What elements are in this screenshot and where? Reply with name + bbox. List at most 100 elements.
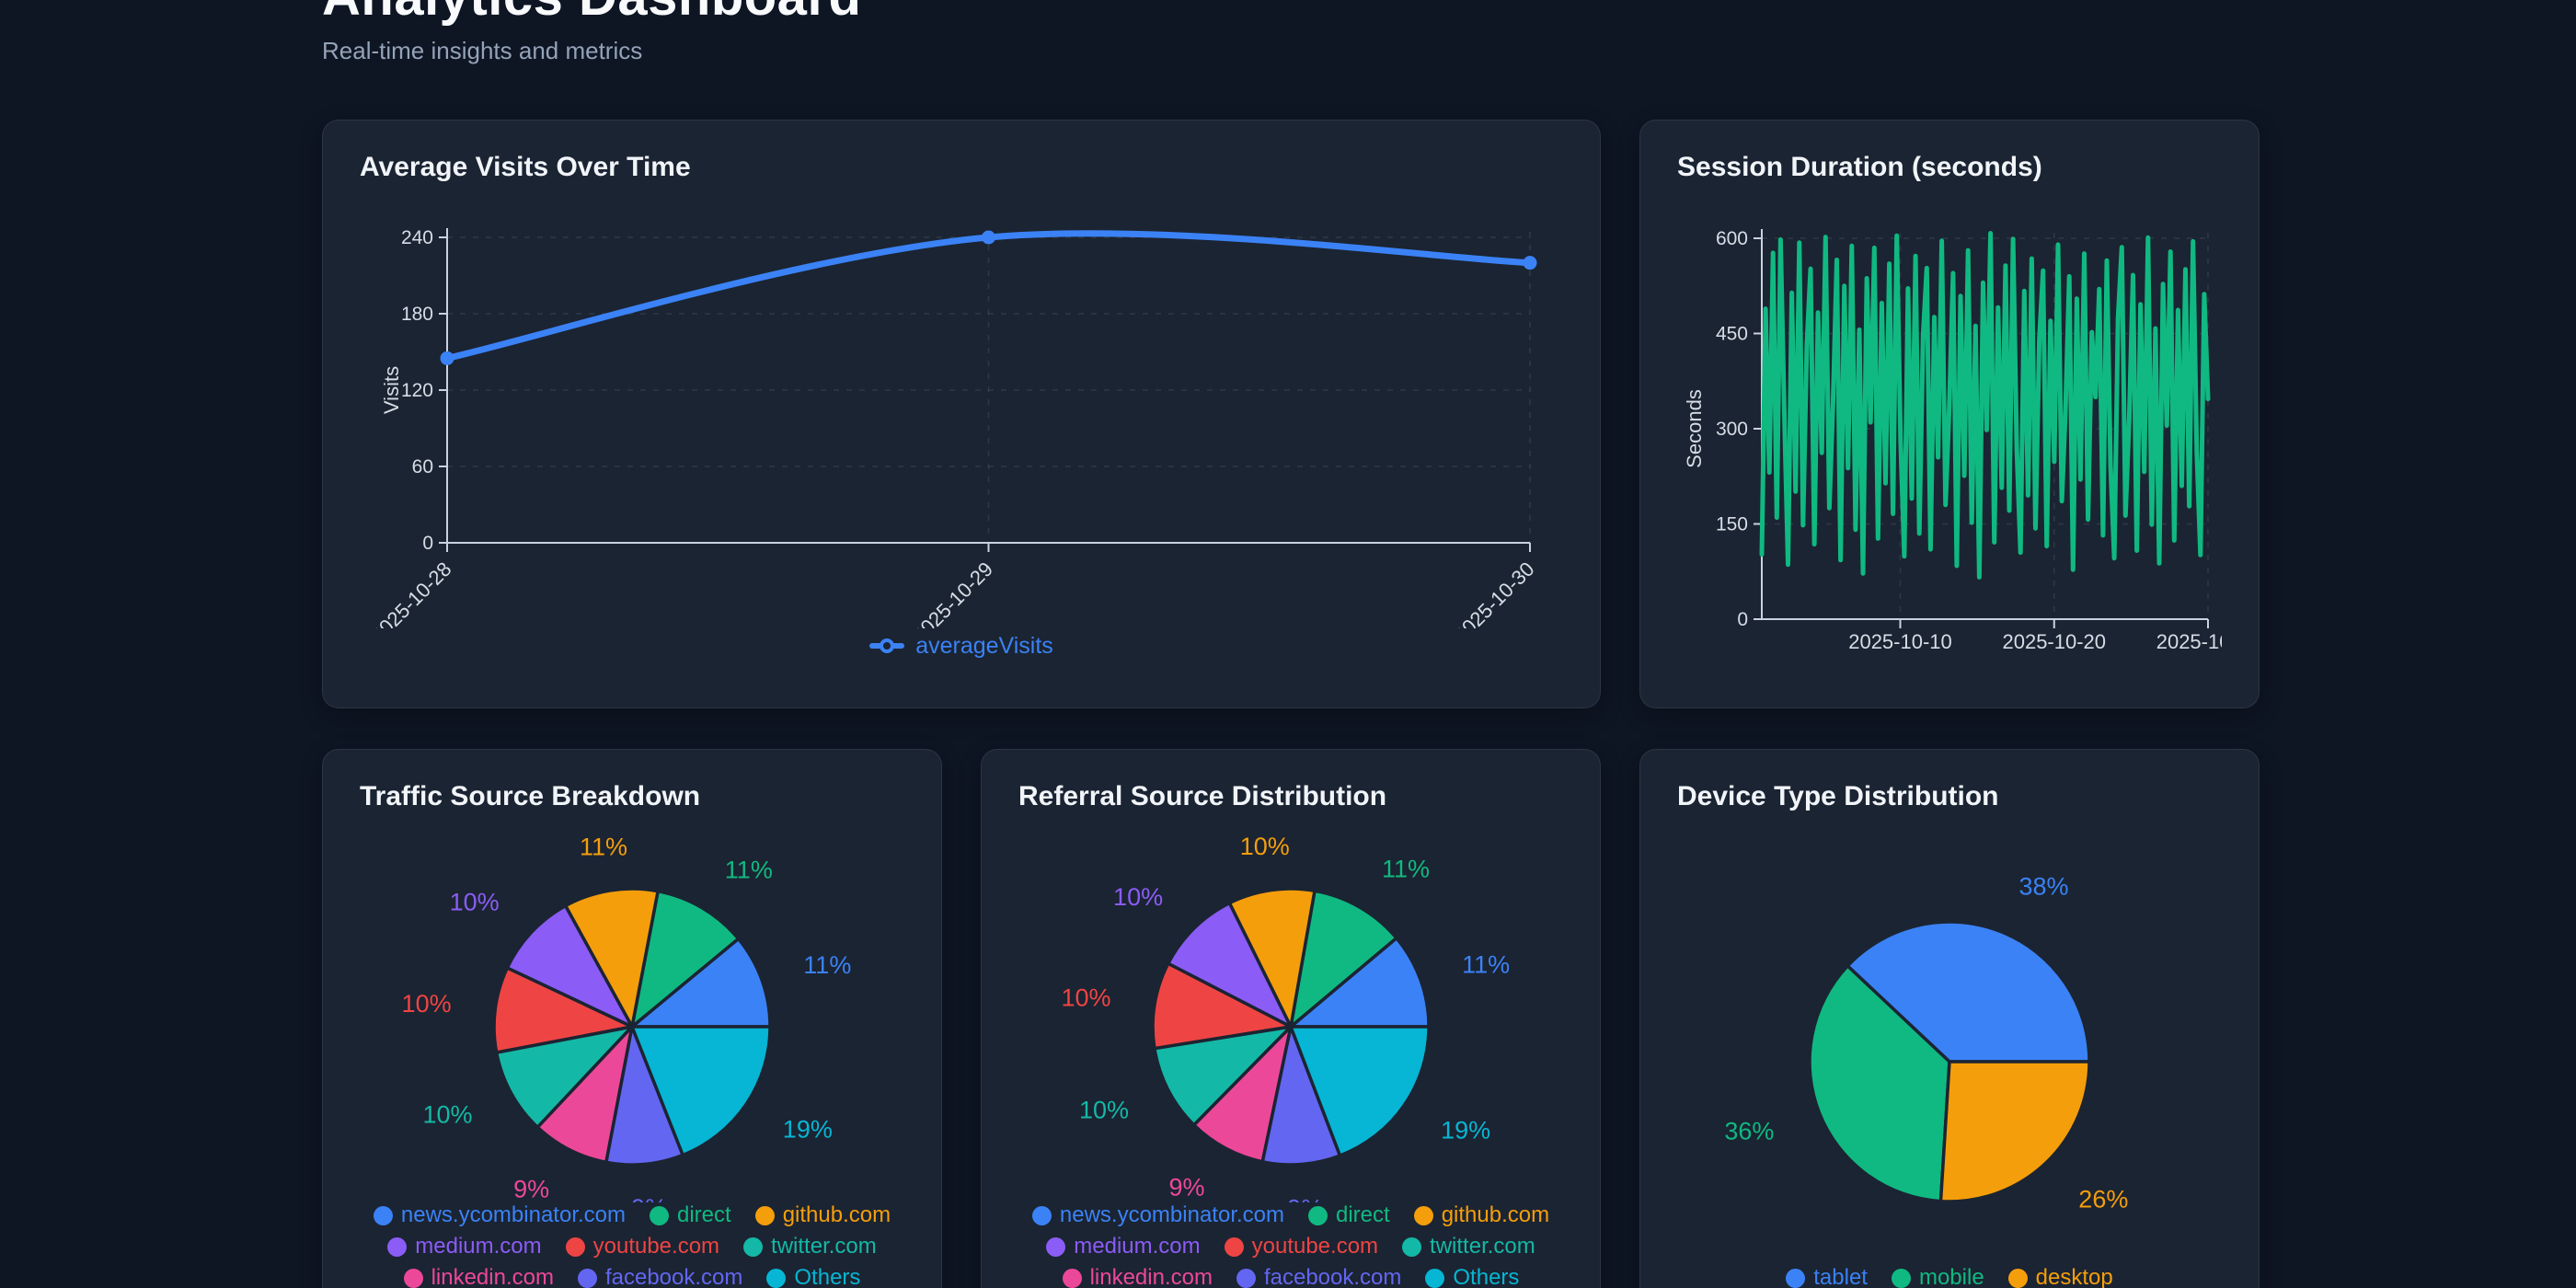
card-title-session-duration: Session Duration (seconds) <box>1677 150 2222 185</box>
pie-percent-label: 10% <box>422 1100 472 1128</box>
page-subtitle: Real-time insights and metrics <box>322 37 2254 64</box>
legend-dot <box>578 1269 597 1288</box>
card-device-types: Device Type Distribution 38%36%26%tablet… <box>1639 749 2260 1288</box>
legend-item-mobile[interactable]: mobile <box>1892 1265 1984 1288</box>
average-visits-chart[interactable]: 0601201802402025-10-282025-10-292025-10-… <box>360 196 1563 660</box>
pie-percent-label: 11% <box>1462 950 1510 978</box>
legend-label: github.com <box>1442 1202 1549 1228</box>
legend-item-youtube.com[interactable]: youtube.com <box>1225 1234 1378 1259</box>
card-title-traffic-sources: Traffic Source Breakdown <box>360 779 904 814</box>
legend-dot <box>755 1206 775 1225</box>
legend-label: twitter.com <box>1430 1234 1535 1259</box>
legend-line-icon[interactable] <box>869 639 904 652</box>
device-types-svg: 38%36%26% <box>1677 825 2222 1265</box>
page-title: Analytics Dashboard <box>322 0 2254 28</box>
average-visits-svg: 0601201802402025-10-282025-10-292025-10-… <box>360 196 1561 628</box>
legend-label: mobile <box>1919 1265 1984 1288</box>
card-average-visits: Average Visits Over Time 060120180240202… <box>322 120 1601 708</box>
pie-legend: tablet mobile desktop <box>1677 1265 2222 1288</box>
legend-item-medium.com[interactable]: medium.com <box>1046 1234 1200 1259</box>
legend-dot <box>650 1206 669 1225</box>
legend-dot <box>1063 1269 1082 1288</box>
legend-dot <box>1225 1237 1244 1257</box>
legend-label: youtube.com <box>593 1234 719 1259</box>
card-referral-sources: Referral Source Distribution 11%11%10%10… <box>981 749 1601 1288</box>
y-tick-label: 120 <box>401 380 433 401</box>
y-axis-title: Visits <box>380 366 403 414</box>
y-tick-label: 450 <box>1716 324 1748 345</box>
legend-item-direct[interactable]: direct <box>650 1202 731 1228</box>
pie-slice-desktop[interactable] <box>1941 1062 2090 1202</box>
legend-item-github.com[interactable]: github.com <box>755 1202 891 1228</box>
legend-label: linkedin.com <box>431 1265 554 1288</box>
legend-item-desktop[interactable]: desktop <box>2008 1265 2113 1288</box>
legend-label: twitter.com <box>771 1234 877 1259</box>
dashboard-container: Analytics Dashboard Real-time insights a… <box>322 0 2254 1288</box>
pie-percent-label: 9% <box>631 1194 667 1202</box>
legend-item-github.com[interactable]: github.com <box>1414 1202 1549 1228</box>
legend-dot <box>1046 1237 1065 1257</box>
legend-label[interactable]: averageVisits <box>915 633 1053 660</box>
session-duration-svg: 01503004506002025-10-102025-10-202025-10… <box>1677 196 2222 667</box>
legend-label: desktop <box>2036 1265 2113 1288</box>
legend-item-Others[interactable]: Others <box>766 1265 860 1288</box>
session-duration-chart[interactable]: 01503004506002025-10-102025-10-202025-10… <box>1677 196 2222 667</box>
referral-sources-chart[interactable]: 11%11%10%10%10%10%9%9%19%news.ycombinato… <box>1018 825 1563 1288</box>
card-session-duration: Session Duration (seconds) 0150300450600… <box>1639 120 2260 708</box>
legend-dot <box>766 1269 786 1288</box>
device-types-chart[interactable]: 38%36%26%tablet mobile desktop <box>1677 825 2222 1288</box>
legend-dot <box>1892 1269 1911 1288</box>
legend-item-medium.com[interactable]: medium.com <box>387 1234 541 1259</box>
legend-item-twitter.com[interactable]: twitter.com <box>1402 1234 1535 1259</box>
pie-percent-label: 38% <box>2019 872 2069 900</box>
y-tick-label: 60 <box>412 456 433 477</box>
legend-item-tablet[interactable]: tablet <box>1786 1265 1868 1288</box>
legend-dot <box>566 1237 585 1257</box>
x-tick-label: 2025-10-10 <box>1848 630 1952 653</box>
legend-dot <box>1032 1206 1052 1225</box>
legend-item-direct[interactable]: direct <box>1308 1202 1390 1228</box>
pie-percent-label: 11% <box>803 951 851 979</box>
data-point[interactable] <box>1524 256 1537 270</box>
legend-item-facebook.com[interactable]: facebook.com <box>578 1265 742 1288</box>
y-tick-label: 180 <box>401 304 433 325</box>
y-tick-label: 150 <box>1716 514 1748 535</box>
x-tick-label: 2025-10-29 <box>908 558 997 628</box>
page-header: Analytics Dashboard Real-time insights a… <box>322 0 2254 64</box>
data-point[interactable] <box>982 231 995 245</box>
legend-item-youtube.com[interactable]: youtube.com <box>566 1234 719 1259</box>
legend-item-twitter.com[interactable]: twitter.com <box>743 1234 877 1259</box>
legend-dot <box>1414 1206 1433 1225</box>
y-axis-title: Seconds <box>1683 389 1706 468</box>
data-point[interactable] <box>441 351 454 365</box>
pie-percent-label: 11% <box>1382 856 1430 883</box>
chart-legend: averageVisits <box>360 632 1563 660</box>
legend-dot <box>1236 1269 1256 1288</box>
pie-percent-label: 26% <box>2078 1185 2128 1213</box>
legend-label: direct <box>677 1202 731 1228</box>
y-tick-label: 0 <box>422 533 433 554</box>
y-tick-label: 600 <box>1716 228 1748 249</box>
legend-label: youtube.com <box>1252 1234 1378 1259</box>
y-tick-label: 240 <box>401 227 433 248</box>
legend-item-linkedin.com[interactable]: linkedin.com <box>404 1265 554 1288</box>
legend-label: medium.com <box>415 1234 541 1259</box>
card-title-referral-sources: Referral Source Distribution <box>1018 779 1563 814</box>
traffic-sources-chart[interactable]: 11%11%11%10%10%10%9%9%19%news.ycombinato… <box>360 825 904 1288</box>
y-tick-label: 0 <box>1737 609 1748 630</box>
legend-label: facebook.com <box>605 1265 742 1288</box>
line-series-sessionDuration[interactable] <box>1762 234 2208 578</box>
legend-dot <box>743 1237 763 1257</box>
legend-item-facebook.com[interactable]: facebook.com <box>1236 1265 1401 1288</box>
legend-item-news.ycombinator.com[interactable]: news.ycombinator.com <box>1032 1202 1284 1228</box>
legend-item-linkedin.com[interactable]: linkedin.com <box>1063 1265 1213 1288</box>
legend-label: Others <box>1453 1265 1519 1288</box>
pie-percent-label: 10% <box>450 889 500 916</box>
legend-dot <box>2008 1269 2028 1288</box>
pie-percent-label: 11% <box>725 857 773 884</box>
legend-dot <box>1308 1206 1328 1225</box>
legend-item-news.ycombinator.com[interactable]: news.ycombinator.com <box>374 1202 626 1228</box>
pie-legend: news.ycombinator.com direct github.com medi… <box>1018 1202 1563 1288</box>
pie-percent-label: 10% <box>402 990 452 1018</box>
legend-item-Others[interactable]: Others <box>1425 1265 1519 1288</box>
